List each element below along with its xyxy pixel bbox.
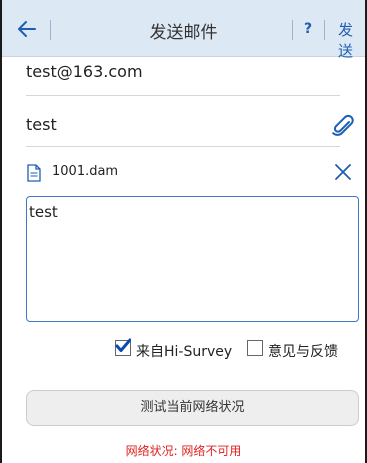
test-network-button[interactable]: 测试当前网络状况 (26, 390, 359, 426)
help-button[interactable]: ? (304, 21, 312, 37)
from-hisurvey-checkbox[interactable] (115, 338, 131, 356)
paperclip-icon (332, 114, 354, 136)
send-button[interactable]: 发送 (338, 19, 365, 61)
feedback-checkbox[interactable] (247, 340, 263, 356)
header-divider (292, 20, 293, 40)
remove-attachment-button[interactable] (334, 163, 352, 181)
frame-left-border (0, 0, 2, 463)
attachment-file-icon (27, 164, 41, 182)
checkmark-icon (115, 338, 131, 352)
top-bar: 发送邮件 ? 发送 (2, 0, 365, 60)
close-icon (335, 164, 351, 180)
attachment-name: 1001.dam (52, 164, 119, 179)
header-divider (324, 20, 325, 40)
from-hisurvey-label: 来自Hi-Survey (136, 344, 233, 360)
feedback-label: 意见与反馈 (268, 344, 338, 360)
field-divider (26, 95, 340, 96)
file-icon (27, 164, 41, 182)
field-divider (26, 146, 340, 147)
subject-field[interactable]: test (26, 115, 57, 134)
message-body-input[interactable]: test (26, 196, 359, 322)
network-status-text: 网络状况: 网络不可用 (125, 444, 242, 458)
recipient-field[interactable]: test@163.com (26, 62, 143, 81)
attach-button[interactable] (329, 112, 355, 138)
